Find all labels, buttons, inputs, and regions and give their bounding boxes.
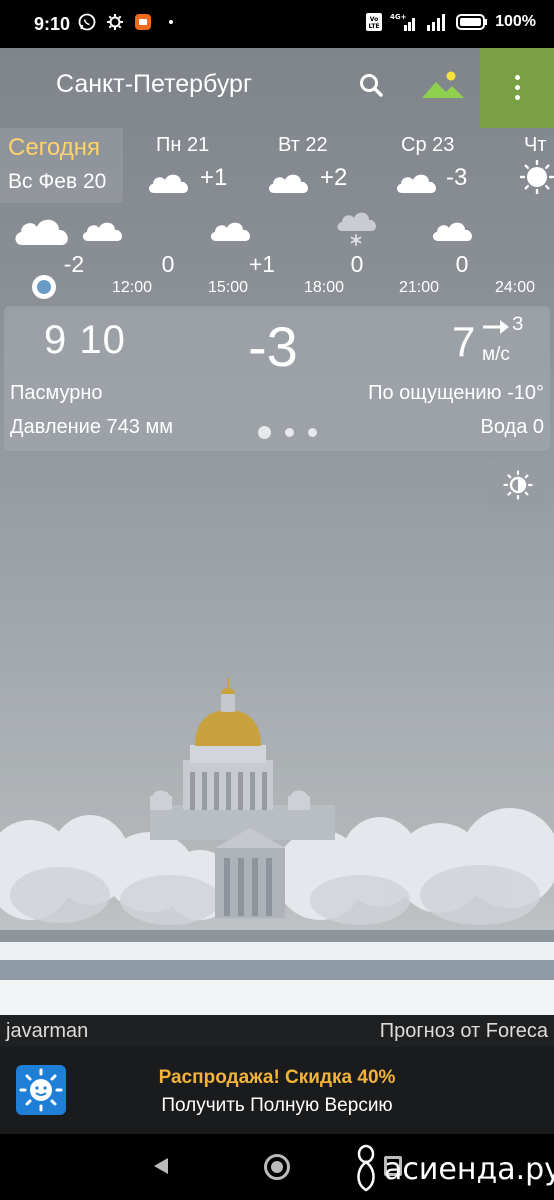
promo-banner[interactable]: Распродажа! Скидка 40% Получить Полную В… [0, 1047, 554, 1134]
day-item[interactable]: Ср 23 -3 [386, 128, 496, 203]
cloud-icon [396, 174, 436, 193]
current-time-marker [32, 275, 56, 299]
watermark-logo-icon [357, 1144, 375, 1192]
current-weather-card[interactable]: 9 10 -3 7 З м/с Пасмурно По ощущению -10… [4, 306, 550, 451]
day-name: Пн 21 [156, 134, 210, 156]
hourly-temp: -2 [63, 251, 85, 277]
overflow-menu-button[interactable] [480, 48, 554, 128]
promo-title: Распродажа! Скидка 40% [158, 1067, 396, 1088]
svg-text:LTE: LTE [369, 23, 380, 30]
cloud-icon [210, 222, 250, 241]
sun-moon-icon [503, 470, 533, 500]
sun-moon-button[interactable] [487, 458, 550, 510]
search-icon[interactable] [356, 70, 388, 102]
settings-icon [107, 14, 123, 30]
day-name: Ср 23 [401, 134, 455, 156]
current-time: 9 10 [44, 318, 126, 362]
page-indicator [258, 426, 317, 439]
feels-like-text: По ощущению -10° [368, 382, 544, 404]
background-photo [0, 678, 554, 1015]
signal-icon: 4G+ [390, 13, 416, 31]
hourly-temp: 0 [161, 251, 175, 277]
battery-icon [456, 14, 488, 30]
app-icon [135, 14, 151, 30]
condition-text: Пасмурно [10, 382, 103, 404]
day-today[interactable]: Сегодня Вс Фев 20 [0, 128, 123, 203]
today-date: Вс Фев 20 [8, 170, 107, 193]
day-temp: +2 [320, 164, 348, 191]
landscape-icon[interactable] [420, 68, 466, 104]
watermark: асиенда.ру [352, 1144, 554, 1194]
daily-forecast: Сегодня Вс Фев 20 Пн 21 +1 Вт 22 +2 Ср 2… [0, 128, 554, 203]
day-temp: +1 [200, 164, 228, 191]
svg-text:Vo: Vo [370, 16, 378, 23]
hourly-time: 15:00 [207, 279, 249, 296]
photo-credits-bar: javarman Прогноз от Foreca [0, 1015, 554, 1047]
forecast-provider[interactable]: Прогноз от Foreca [380, 1020, 548, 1043]
day-name: Вт 22 [278, 134, 328, 156]
day-item[interactable]: Пн 21 +1 [140, 128, 250, 203]
whatsapp-icon [78, 13, 96, 31]
status-bar: 9:10 Vo LTE 4G+ 100% [0, 0, 554, 48]
cloud-icon [268, 174, 308, 193]
page-dot-active [258, 426, 271, 439]
water-temp-text: Вода 0 [480, 416, 545, 438]
hourly-time: 24:00 [494, 279, 536, 296]
day-temp: -3 [446, 164, 468, 191]
city-title[interactable]: Санкт-Петербург [56, 70, 252, 99]
dot-icon [169, 20, 173, 24]
day-item[interactable]: Вт 22 +2 [262, 128, 372, 203]
cloud-icon [148, 174, 188, 193]
hourly-time: 21:00 [398, 279, 440, 296]
svg-text:4G+: 4G+ [390, 13, 407, 21]
volte-icon: Vo LTE [366, 13, 383, 31]
sun-icon [520, 160, 554, 194]
today-label: Сегодня [8, 134, 100, 161]
cloud-icon [432, 222, 472, 241]
pressure-text: Давление 743 мм [10, 416, 173, 438]
back-icon[interactable] [148, 1154, 172, 1178]
photo-author[interactable]: javarman [6, 1020, 88, 1043]
home-icon[interactable] [264, 1154, 290, 1180]
hourly-temp: 0 [350, 251, 364, 277]
current-temperature: -3 [248, 315, 298, 378]
wind-direction: З [512, 314, 524, 335]
hourly-time: 18:00 [303, 279, 345, 296]
day-item[interactable]: Чт [510, 128, 554, 203]
page-dot [285, 428, 294, 437]
app-toolbar: Санкт-Петербург [0, 48, 554, 128]
battery-percent: 100% [495, 13, 536, 30]
snow-icon [337, 212, 376, 246]
hourly-forecast: -2 0 +1 0 0 12:00 15:00 18:00 21:00 24:0… [0, 203, 554, 300]
status-system-icons: Vo LTE 4G+ 100% [365, 12, 536, 32]
promo-subtitle: Получить Полную Версию [161, 1095, 393, 1116]
wind-unit: м/с [482, 344, 510, 365]
status-time: 9:10 [34, 14, 71, 34]
cloud-icon [82, 222, 122, 241]
wind-speed: 7 [452, 318, 476, 365]
hourly-time: 12:00 [111, 279, 153, 296]
wind-arrow-icon [483, 320, 509, 334]
day-name: Чт [524, 134, 547, 156]
signal-bars-icon [427, 14, 446, 31]
watermark-text: асиенда.ру [384, 1151, 554, 1187]
cloud-icon [15, 219, 68, 245]
system-navigation-bar: асиенда.ру [0, 1134, 554, 1200]
page-dot [308, 428, 317, 437]
hourly-temp: 0 [455, 251, 469, 277]
hourly-temp: +1 [248, 251, 276, 277]
status-notification-icons [78, 13, 180, 31]
